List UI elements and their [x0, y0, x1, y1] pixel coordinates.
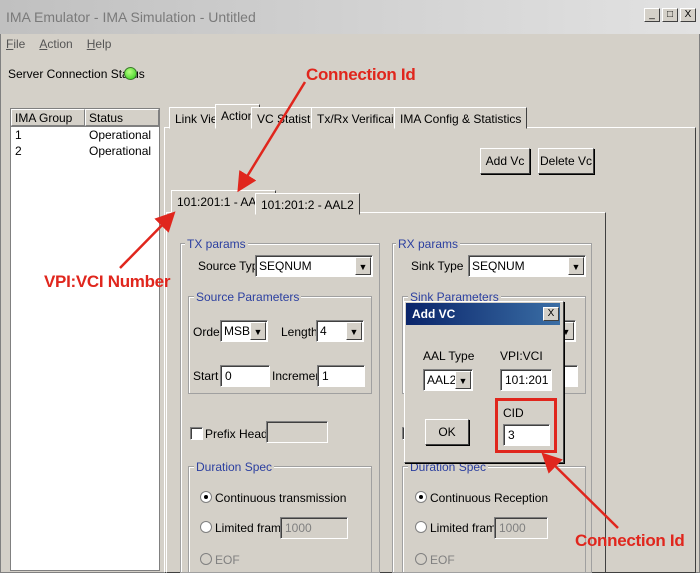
annotation-arrows: [119, 81, 619, 529]
arrow-to-cid: [541, 452, 619, 529]
arrow-to-vc-tab: [237, 81, 307, 193]
arrow-to-vpivci: [119, 211, 176, 269]
